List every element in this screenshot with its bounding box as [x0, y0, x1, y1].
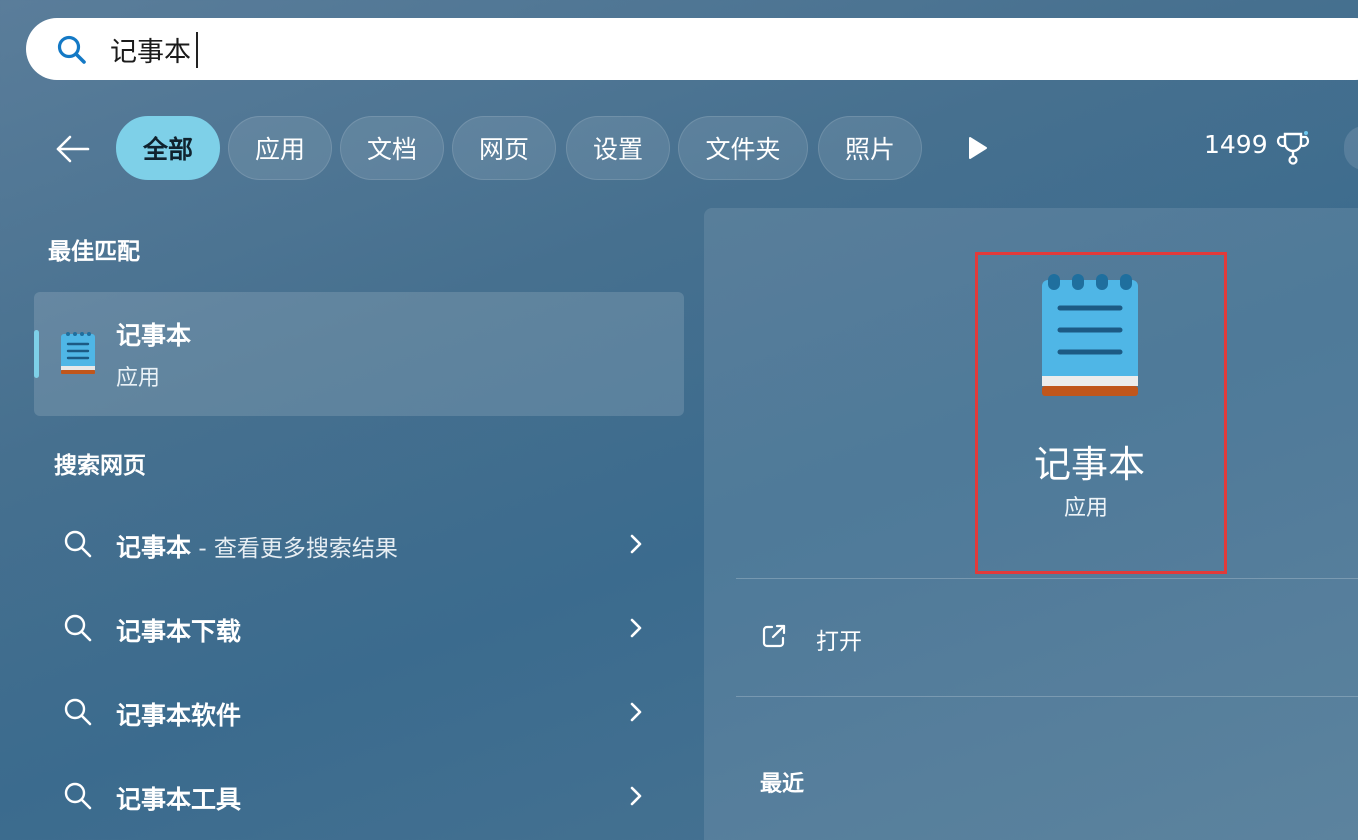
search-icon	[62, 528, 94, 560]
web-result-text: 记事本软件	[116, 701, 242, 730]
web-result-text: 记事本工具	[116, 785, 242, 814]
chip-documents[interactable]: 文档	[340, 116, 444, 180]
search-icon	[56, 34, 88, 66]
back-arrow-icon[interactable]	[52, 128, 94, 170]
search-icon	[62, 612, 94, 644]
web-result-item[interactable]: 记事本 - 查看更多搜索结果	[0, 514, 690, 574]
filter-row: 全部 应用 文档 网页 设置 文件夹 照片 1499	[0, 116, 1358, 180]
profile-button[interactable]	[1344, 126, 1358, 170]
divider	[736, 578, 1358, 579]
web-result-item[interactable]: 记事本工具	[0, 766, 690, 826]
recent-heading: 最近	[760, 772, 805, 797]
chip-settings[interactable]: 设置	[566, 116, 670, 180]
chevron-right-icon	[626, 698, 646, 726]
search-icon	[62, 696, 94, 728]
chevron-right-icon	[626, 614, 646, 642]
chip-photos[interactable]: 照片	[818, 116, 922, 180]
highlight-box	[975, 252, 1227, 574]
web-result-text: 记事本 - 查看更多搜索结果	[116, 533, 398, 562]
chevron-right-icon	[626, 530, 646, 558]
notepad-icon	[58, 328, 98, 378]
web-result-item[interactable]: 记事本下载	[0, 598, 690, 658]
search-web-heading: 搜索网页	[54, 453, 146, 479]
best-match-card[interactable]	[34, 292, 684, 416]
chip-all[interactable]: 全部	[116, 116, 220, 180]
open-action[interactable]: 打开	[736, 604, 1356, 668]
trophy-icon[interactable]	[1276, 130, 1310, 166]
chip-web[interactable]: 网页	[452, 116, 556, 180]
chip-apps[interactable]: 应用	[228, 116, 332, 180]
selection-indicator	[34, 330, 39, 378]
search-icon	[62, 780, 94, 812]
open-label: 打开	[816, 629, 862, 655]
search-input[interactable]	[110, 28, 1010, 70]
best-match-subtitle: 应用	[116, 366, 161, 391]
best-match-title: 记事本	[116, 321, 192, 350]
text-caret	[196, 32, 198, 68]
web-result-item[interactable]: 记事本软件	[0, 682, 690, 742]
best-match-heading: 最佳匹配	[48, 239, 140, 265]
web-result-text: 记事本下载	[116, 617, 242, 646]
chip-folders[interactable]: 文件夹	[678, 116, 808, 180]
search-bar[interactable]	[26, 18, 1358, 80]
open-external-icon	[760, 622, 788, 650]
divider	[736, 696, 1358, 697]
chevron-right-icon	[626, 782, 646, 810]
play-icon[interactable]	[962, 132, 992, 164]
rewards-points: 1499	[1204, 130, 1268, 159]
